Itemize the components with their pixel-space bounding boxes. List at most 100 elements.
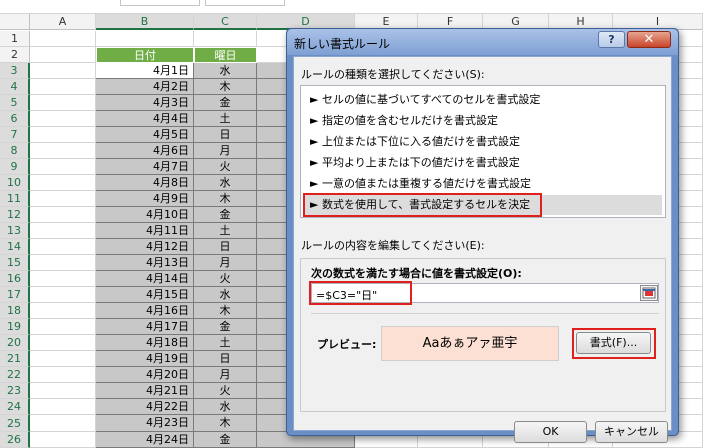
row-header[interactable]: 22 — [0, 367, 30, 383]
row-header[interactable]: 3 — [0, 63, 30, 79]
header-cell-date[interactable]: 日付 — [96, 47, 194, 63]
date-cell[interactable]: 4月12日 — [96, 239, 194, 255]
day-cell[interactable]: 金 — [194, 207, 257, 223]
day-cell[interactable]: 木 — [194, 303, 257, 319]
formula-bar[interactable] — [205, 0, 285, 6]
row-header[interactable]: 14 — [0, 239, 30, 255]
row-header[interactable]: 12 — [0, 207, 30, 223]
rule-type-item[interactable]: ► セルの値に基づいてすべてのセルを書式設定 — [304, 90, 662, 110]
grid-cell[interactable] — [30, 111, 96, 127]
date-cell[interactable]: 4月10日 — [96, 207, 194, 223]
row-header[interactable]: 8 — [0, 143, 30, 159]
day-cell[interactable]: 火 — [194, 159, 257, 175]
row-header[interactable]: 19 — [0, 319, 30, 335]
dialog-titlebar[interactable]: 新しい書式ルール ? ✕ — [287, 29, 678, 55]
grid-cell[interactable] — [194, 31, 257, 47]
day-cell[interactable]: 水 — [194, 175, 257, 191]
date-cell[interactable]: 4月9日 — [96, 191, 194, 207]
date-cell[interactable]: 4月1日 — [96, 63, 194, 79]
grid-cell[interactable] — [30, 335, 96, 351]
row-header[interactable]: 10 — [0, 175, 30, 191]
date-cell[interactable]: 4月4日 — [96, 111, 194, 127]
row-header[interactable]: 17 — [0, 287, 30, 303]
row-header[interactable]: 26 — [0, 432, 30, 448]
date-cell[interactable]: 4月2日 — [96, 79, 194, 95]
grid-cell[interactable] — [30, 303, 96, 319]
rule-type-item[interactable]: ► 平均より上または下の値だけを書式設定 — [304, 153, 662, 173]
grid-cell[interactable] — [30, 175, 96, 191]
row-header[interactable]: 11 — [0, 191, 30, 207]
grid-cell[interactable] — [30, 319, 96, 335]
date-cell[interactable]: 4月21日 — [96, 383, 194, 399]
grid-cell[interactable] — [30, 47, 96, 63]
column-header-c[interactable]: C — [194, 14, 257, 30]
grid-cell[interactable] — [30, 31, 96, 47]
date-cell[interactable]: 4月3日 — [96, 95, 194, 111]
date-cell[interactable]: 4月11日 — [96, 223, 194, 239]
grid-cell[interactable] — [30, 383, 96, 399]
help-button[interactable]: ? — [598, 31, 625, 48]
grid-cell[interactable] — [30, 127, 96, 143]
day-cell[interactable]: 日 — [194, 351, 257, 367]
date-cell[interactable]: 4月20日 — [96, 367, 194, 383]
day-cell[interactable]: 月 — [194, 367, 257, 383]
day-cell[interactable]: 金 — [194, 95, 257, 111]
header-cell-day[interactable]: 曜日 — [194, 47, 257, 63]
row-header[interactable]: 2 — [0, 47, 30, 63]
grid-cell[interactable] — [30, 239, 96, 255]
rule-type-item[interactable]: ► 上位または下位に入る値だけを書式設定 — [304, 132, 662, 152]
row-header[interactable]: 13 — [0, 223, 30, 239]
row-header[interactable]: 7 — [0, 127, 30, 143]
day-cell[interactable]: 月 — [194, 143, 257, 159]
grid-cell[interactable] — [30, 207, 96, 223]
day-cell[interactable]: 土 — [194, 111, 257, 127]
row-header[interactable]: 4 — [0, 79, 30, 95]
day-cell[interactable]: 水 — [194, 399, 257, 415]
row-header[interactable]: 23 — [0, 383, 30, 399]
date-cell[interactable]: 4月7日 — [96, 159, 194, 175]
ok-button[interactable]: OK — [514, 421, 587, 443]
grid-cell[interactable] — [30, 63, 96, 79]
date-cell[interactable]: 4月13日 — [96, 255, 194, 271]
grid-cell[interactable] — [30, 271, 96, 287]
date-cell[interactable]: 4月17日 — [96, 319, 194, 335]
grid-cell[interactable] — [30, 415, 96, 432]
grid-cell[interactable] — [30, 432, 96, 448]
column-header-a[interactable]: A — [30, 14, 96, 30]
grid-cell[interactable] — [30, 287, 96, 303]
day-cell[interactable]: 水 — [194, 287, 257, 303]
row-header[interactable]: 20 — [0, 335, 30, 351]
grid-cell[interactable] — [30, 159, 96, 175]
row-header[interactable]: 16 — [0, 271, 30, 287]
grid-cell[interactable] — [30, 191, 96, 207]
rule-type-item[interactable]: ► 一意の値または重複する値だけを書式設定 — [304, 174, 662, 194]
row-header[interactable]: 9 — [0, 159, 30, 175]
grid-cell[interactable] — [96, 31, 194, 47]
day-cell[interactable]: 月 — [194, 255, 257, 271]
row-header[interactable]: 15 — [0, 255, 30, 271]
grid-cell[interactable] — [30, 143, 96, 159]
date-cell[interactable]: 4月24日 — [96, 432, 194, 448]
date-cell[interactable]: 4月8日 — [96, 175, 194, 191]
day-cell[interactable]: 土 — [194, 335, 257, 351]
column-header-b[interactable]: B — [96, 14, 194, 30]
day-cell[interactable]: 水 — [194, 63, 257, 79]
day-cell[interactable]: 金 — [194, 432, 257, 448]
day-cell[interactable]: 日 — [194, 239, 257, 255]
row-header[interactable]: 24 — [0, 399, 30, 415]
row-header[interactable]: 6 — [0, 111, 30, 127]
date-cell[interactable]: 4月6日 — [96, 143, 194, 159]
date-cell[interactable]: 4月22日 — [96, 399, 194, 415]
grid-cell[interactable] — [30, 223, 96, 239]
row-header[interactable]: 1 — [0, 31, 30, 47]
day-cell[interactable]: 火 — [194, 271, 257, 287]
date-cell[interactable]: 4月15日 — [96, 287, 194, 303]
grid-cell[interactable] — [30, 95, 96, 111]
date-cell[interactable]: 4月16日 — [96, 303, 194, 319]
select-all-corner[interactable] — [0, 14, 30, 30]
day-cell[interactable]: 日 — [194, 127, 257, 143]
date-cell[interactable]: 4月19日 — [96, 351, 194, 367]
name-box[interactable] — [120, 0, 200, 6]
grid-cell[interactable] — [30, 79, 96, 95]
day-cell[interactable]: 火 — [194, 383, 257, 399]
